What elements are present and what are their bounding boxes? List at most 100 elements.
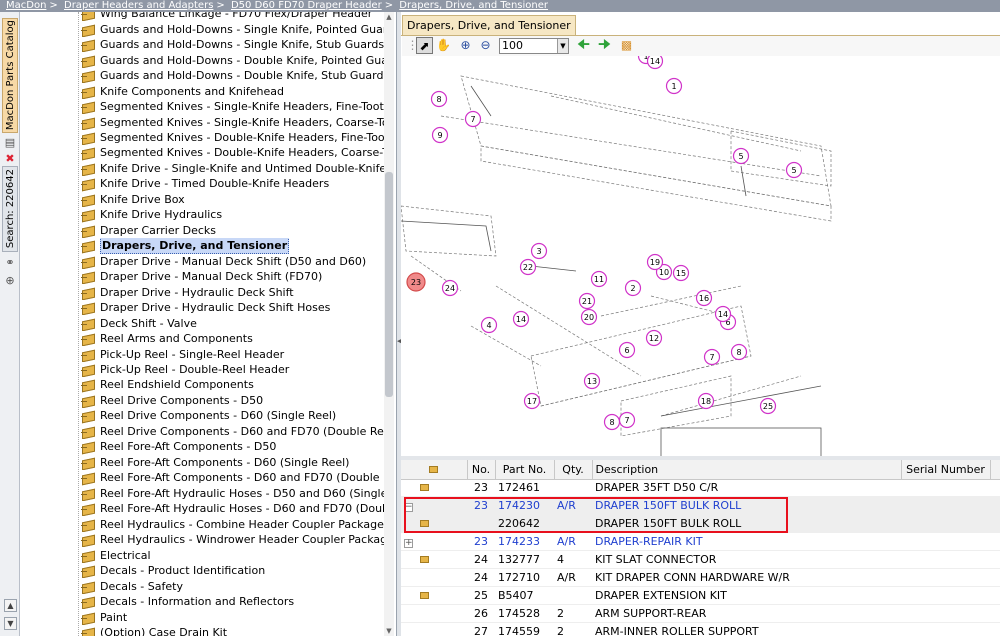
scroll-up-button[interactable]: ▲ [4, 599, 17, 612]
callout-14[interactable]: 14 [646, 56, 664, 70]
callout-4[interactable]: 4 [480, 316, 498, 334]
tree-item[interactable]: Segmented Knives - Double-Knife Headers,… [81, 130, 384, 145]
close-icon[interactable]: ✖ [3, 152, 17, 166]
tree-item[interactable]: Guards and Hold-Downs - Single Knife, Po… [81, 21, 384, 36]
row-icon-cell[interactable] [401, 479, 467, 498]
tree-item[interactable]: Reel Hydraulics - Windrower Header Coupl… [81, 532, 384, 547]
tree-item[interactable]: Pick-Up Reel - Single-Reel Header [81, 346, 384, 361]
tree-item[interactable]: (Option) Case Drain Kit [81, 625, 384, 636]
callout-5[interactable]: 5 [732, 147, 750, 165]
row-icon-cell[interactable] [401, 514, 467, 534]
callout-23[interactable]: 23 [406, 272, 426, 292]
callout-14[interactable]: 14 [714, 305, 732, 323]
tree-item[interactable]: Decals - Product Identification [81, 563, 384, 578]
tree-item[interactable]: Reel Hydraulics - Combine Header Coupler… [81, 516, 384, 531]
row-icon-cell[interactable]: − [401, 496, 467, 516]
callout-14[interactable]: 14 [512, 310, 530, 328]
callout-19[interactable]: 19 [646, 253, 664, 271]
tree-item[interactable]: Reel Fore-Aft Components - D60 and FD70 … [81, 470, 384, 485]
zoom-level-select[interactable]: 100 ▼ [499, 38, 569, 54]
callout-8[interactable]: 8 [430, 90, 448, 108]
callout-5[interactable]: 5 [785, 161, 803, 179]
row-icon-cell[interactable] [401, 622, 467, 636]
tree-item[interactable]: Draper Drive - Hydraulic Deck Shift Hose… [81, 300, 384, 315]
tree-item[interactable]: Reel Fore-Aft Components - D50 [81, 439, 384, 454]
tree-item[interactable]: Segmented Knives - Single-Knife Headers,… [81, 114, 384, 129]
table-row[interactable]: 24 132777 4 KIT SLAT CONNECTOR [401, 550, 1000, 569]
callout-8[interactable]: 8 [730, 343, 748, 361]
table-row[interactable]: +23 174233 A/R DRAPER-REPAIR KIT [401, 532, 1000, 552]
table-row[interactable]: 23 172461 DRAPER 35FT D50 C/R [401, 479, 1000, 498]
column-part-no[interactable]: Part No. [495, 460, 555, 480]
tree-item[interactable]: Electrical [81, 547, 384, 562]
tree-item[interactable]: Draper Carrier Decks [81, 223, 384, 238]
scroll-up-arrow-icon[interactable]: ▲ [384, 12, 394, 22]
column-icon[interactable] [401, 460, 468, 480]
tree-item[interactable]: Paint [81, 609, 384, 624]
tab-search[interactable]: Search: 220642 [2, 166, 18, 252]
callout-7[interactable]: 7 [618, 411, 636, 429]
column-qty[interactable]: Qty. [554, 460, 593, 480]
tree-item[interactable]: Drapers, Drive, and Tensioner [81, 238, 384, 254]
callout-21[interactable]: 21 [578, 292, 596, 310]
tab-parts-catalog[interactable]: MacDon Parts Catalog [2, 18, 18, 133]
tree-item[interactable]: Reel Drive Components - D60 and FD70 (Do… [81, 424, 384, 439]
tree-item[interactable]: Draper Drive - Hydraulic Deck Shift [81, 284, 384, 299]
breadcrumb-link-current[interactable]: Drapers, Drive, and Tensioner [399, 0, 548, 11]
tree-item[interactable]: Pick-Up Reel - Double-Reel Header [81, 362, 384, 377]
forward-arrow-icon[interactable]: 🠊 [596, 37, 613, 54]
tree-item[interactable]: Guards and Hold-Downs - Double Knife, Po… [81, 52, 384, 67]
callout-13[interactable]: 13 [583, 372, 601, 390]
tree-item[interactable]: Reel Fore-Aft Hydraulic Hoses - D60 and … [81, 501, 384, 516]
print-icon[interactable]: ▩ [618, 37, 635, 54]
table-row[interactable]: 220642 DRAPER 150FT BULK ROLL [401, 514, 1000, 534]
callout-22[interactable]: 22 [519, 258, 537, 276]
row-icon-cell[interactable] [401, 550, 467, 569]
expand-icon[interactable]: + [404, 539, 413, 549]
tree-item[interactable]: Draper Drive - Manual Deck Shift (D50 an… [81, 254, 384, 269]
callout-3[interactable]: 3 [530, 242, 548, 260]
column-description[interactable]: Description [592, 460, 902, 480]
tree-item[interactable]: Knife Drive Box [81, 192, 384, 207]
scroll-down-arrow-icon[interactable]: ▼ [384, 626, 394, 636]
callout-8[interactable]: 8 [603, 413, 621, 431]
breadcrumb-link-macdon[interactable]: MacDon [6, 0, 46, 11]
row-icon-cell[interactable] [401, 568, 467, 587]
tree-item[interactable]: Wing Balance Linkage - FD70 Flex/Draper … [81, 12, 384, 21]
callout-15[interactable]: 15 [672, 264, 690, 282]
tree-item[interactable]: Reel Arms and Components [81, 331, 384, 346]
tree-item[interactable]: Knife Drive - Single-Knife and Untimed D… [81, 161, 384, 176]
parts-illustration[interactable]: 112345566777888910111213141414151617 1819… [401, 56, 1000, 458]
tree-item[interactable]: Guards and Hold-Downs - Single Knife, St… [81, 37, 384, 52]
table-row[interactable]: 27 174559 2 ARM-INNER ROLLER SUPPORT [401, 622, 1000, 636]
callout-2[interactable]: 2 [624, 279, 642, 297]
callout-12[interactable]: 12 [645, 329, 663, 347]
tree-item[interactable]: Reel Fore-Aft Hydraulic Hoses - D50 and … [81, 486, 384, 501]
tree-scrollbar[interactable]: ▲ ▼ [384, 12, 394, 636]
tree-item[interactable]: Knife Drive - Timed Double-Knife Headers [81, 176, 384, 191]
row-icon-cell[interactable] [401, 586, 467, 605]
row-icon-cell[interactable]: + [401, 532, 467, 552]
callout-11[interactable]: 11 [590, 270, 608, 288]
back-arrow-icon[interactable]: 🠈 [575, 37, 592, 54]
row-icon-cell[interactable] [401, 604, 467, 623]
select-pointer-icon[interactable]: ⬈ [416, 37, 433, 54]
callout-20[interactable]: 20 [580, 308, 598, 326]
table-row[interactable]: 25 B5407 DRAPER EXTENSION KIT [401, 586, 1000, 605]
tree-item[interactable]: Decals - Information and Reflectors [81, 594, 384, 609]
tree-scrollbar-thumb[interactable] [385, 172, 393, 397]
column-no[interactable]: No. [467, 460, 496, 480]
callout-1[interactable]: 1 [665, 77, 683, 95]
callout-7[interactable]: 7 [703, 348, 721, 366]
callout-25[interactable]: 25 [759, 397, 777, 415]
callout-16[interactable]: 16 [695, 289, 713, 307]
zoom-in-search-icon[interactable]: ⊕ [3, 274, 17, 288]
tree-item[interactable]: Deck Shift - Valve [81, 315, 384, 330]
tree-item[interactable]: Reel Drive Components - D60 (Single Reel… [81, 408, 384, 423]
tree-item[interactable]: Guards and Hold-Downs - Double Knife, St… [81, 68, 384, 83]
table-row[interactable]: 26 174528 2 ARM SUPPORT-REAR [401, 604, 1000, 623]
callout-18[interactable]: 18 [697, 392, 715, 410]
callout-7[interactable]: 7 [464, 110, 482, 128]
breadcrumb-link-header-model[interactable]: D50 D60 FD70 Draper Header [231, 0, 382, 11]
tab-illustration[interactable]: Drapers, Drive, and Tensioner [402, 15, 576, 35]
